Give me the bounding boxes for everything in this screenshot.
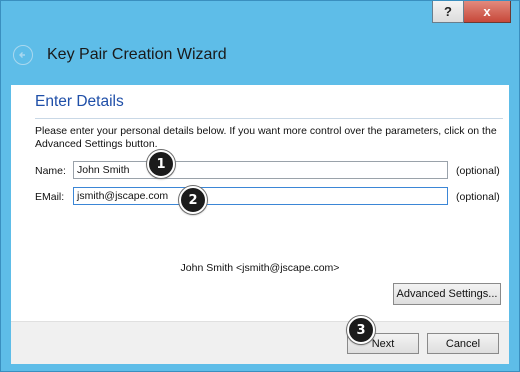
help-button[interactable]: ? bbox=[432, 1, 464, 23]
name-label: Name: bbox=[35, 165, 66, 177]
wizard-content: Enter Details Please enter your personal… bbox=[11, 85, 509, 321]
back-button[interactable] bbox=[13, 45, 33, 65]
intro-text: Please enter your personal details below… bbox=[35, 125, 497, 150]
step-badge-3: 3 bbox=[347, 316, 375, 344]
name-optional-hint: (optional) bbox=[456, 165, 500, 177]
cancel-button[interactable]: Cancel bbox=[427, 333, 499, 354]
email-label: EMail: bbox=[35, 191, 65, 203]
close-button[interactable]: x bbox=[464, 1, 511, 23]
section-divider bbox=[35, 118, 503, 119]
email-optional-hint: (optional) bbox=[456, 191, 500, 203]
email-field[interactable]: jsmith@jscape.com bbox=[73, 187, 448, 205]
section-title: Enter Details bbox=[35, 93, 124, 110]
identity-preview: John Smith <jsmith@jscape.com> bbox=[180, 262, 340, 274]
back-arrow-icon bbox=[19, 52, 25, 58]
advanced-settings-button[interactable]: Advanced Settings... bbox=[393, 283, 501, 305]
wizard-footer: Next Cancel bbox=[11, 321, 509, 364]
name-field[interactable]: John Smith bbox=[73, 161, 448, 179]
wizard-title: Key Pair Creation Wizard bbox=[47, 46, 227, 63]
wizard-window: ? x Key Pair Creation Wizard Enter Detai… bbox=[0, 0, 520, 372]
step-badge-1: 1 bbox=[147, 150, 175, 178]
step-badge-2: 2 bbox=[179, 186, 207, 214]
wizard-header: Key Pair Creation Wizard bbox=[13, 45, 227, 65]
title-bar-buttons: ? x bbox=[432, 1, 511, 23]
